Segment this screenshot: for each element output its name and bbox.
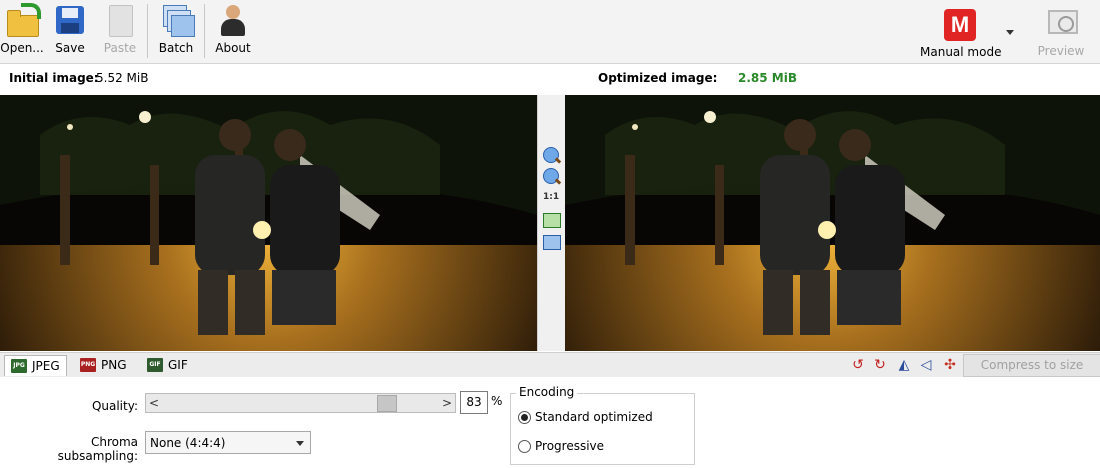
night-photo-initial: [0, 95, 537, 351]
batch-images-icon: [159, 3, 195, 37]
quality-percent-label: %: [491, 394, 503, 408]
radio-selected-icon: [518, 410, 531, 424]
open-folder-icon: [5, 3, 41, 37]
preview-magnifier-icon: [1044, 6, 1078, 40]
slider-right-arrow-icon[interactable]: >: [439, 394, 455, 412]
batch-button[interactable]: Batch: [156, 3, 196, 55]
tab-png-label: PNG: [101, 358, 127, 372]
jpeg-settings-panel: Quality: < > 83 % Chroma subsampling: No…: [0, 377, 1100, 468]
save-disk-icon: [53, 3, 87, 37]
crop-icon[interactable]: ✣: [942, 357, 958, 373]
rotate-left-icon[interactable]: ↺: [850, 357, 866, 373]
encoding-group: Encoding Standard optimized Progressive: [510, 385, 695, 465]
quality-slider[interactable]: < >: [145, 393, 456, 413]
encoding-title: Encoding: [516, 385, 578, 399]
radio-unselected-icon: [518, 439, 531, 453]
rotate-right-icon[interactable]: ↻: [872, 357, 888, 373]
manual-mode-label: Manual mode: [920, 45, 1002, 59]
tab-png[interactable]: PNG PNG: [74, 355, 133, 375]
batch-label: Batch: [158, 41, 194, 55]
flip-horizontal-icon[interactable]: ◭: [896, 357, 912, 373]
png-file-icon: PNG: [80, 358, 96, 372]
initial-image-view[interactable]: [0, 95, 537, 351]
fit-to-window-icon[interactable]: [543, 213, 561, 228]
chroma-subsampling-select[interactable]: None (4:4:4): [145, 431, 311, 454]
chevron-down-icon: [296, 441, 304, 446]
mode-dropdown-arrow-icon[interactable]: [1006, 30, 1014, 35]
tab-gif-label: GIF: [168, 358, 188, 372]
chroma-subsampling-label: Chroma subsampling:: [57, 435, 138, 463]
open-label: Open...: [0, 41, 44, 55]
zoom-in-icon[interactable]: [543, 147, 559, 163]
user-icon: [216, 3, 250, 37]
actual-size-button[interactable]: 1:1: [543, 192, 559, 202]
preview-label: Preview: [1037, 44, 1085, 58]
gif-file-icon: GIF: [147, 358, 163, 372]
about-button[interactable]: About: [213, 3, 253, 55]
progressive-radio[interactable]: Progressive: [518, 439, 604, 453]
quality-value-input[interactable]: 83: [460, 391, 488, 414]
save-button[interactable]: Save: [52, 3, 88, 55]
save-label: Save: [55, 41, 85, 55]
preview-button[interactable]: Preview: [1036, 6, 1086, 58]
manual-mode-button[interactable]: M Manual mode: [920, 9, 1002, 59]
manual-mode-icon: M: [944, 9, 976, 41]
toolbar: Open... Save Paste Batch About M Manual …: [0, 0, 1100, 64]
toolbar-separator: [204, 4, 205, 58]
night-photo-optimized: [565, 95, 1100, 351]
compress-to-size-button[interactable]: Compress to size: [963, 354, 1100, 377]
tab-jpeg[interactable]: JPG JPEG: [4, 355, 67, 376]
quality-slider-thumb[interactable]: [376, 395, 397, 412]
flip-vertical-icon[interactable]: ◁: [918, 357, 934, 373]
about-label: About: [215, 41, 251, 55]
progressive-label: Progressive: [535, 439, 605, 453]
format-tabs-bar: JPG JPEG PNG PNG GIF GIF ↺ ↻ ◭ ◁ ✣ Compr…: [0, 352, 1100, 378]
tab-gif[interactable]: GIF GIF: [141, 355, 194, 375]
slider-left-arrow-icon[interactable]: <: [146, 394, 162, 412]
jpeg-file-icon: JPG: [11, 359, 27, 373]
initial-image-size: 5.52 MiB: [96, 71, 149, 85]
fit-width-icon[interactable]: [543, 235, 561, 250]
optimized-image-size: 2.85 MiB: [738, 71, 797, 85]
paste-label: Paste: [103, 41, 137, 55]
info-bar: Initial image: 5.52 MiB Optimized image:…: [0, 64, 1100, 94]
optimized-image-title: Optimized image:: [598, 71, 718, 85]
toolbar-separator: [147, 4, 148, 58]
standard-optimized-label: Standard optimized: [535, 410, 653, 424]
open-button[interactable]: Open...: [0, 3, 44, 55]
standard-optimized-radio[interactable]: Standard optimized: [518, 410, 653, 424]
zoom-toolbar: 1:1: [537, 95, 566, 351]
paste-clipboard-icon: [103, 3, 137, 37]
paste-button[interactable]: Paste: [101, 3, 139, 55]
zoom-out-icon[interactable]: [543, 168, 559, 184]
chroma-subsampling-value: None (4:4:4): [150, 436, 226, 450]
initial-image-title: Initial image:: [9, 71, 99, 85]
quality-label: Quality:: [91, 399, 138, 413]
optimized-image-view[interactable]: [565, 95, 1100, 351]
tab-jpeg-label: JPEG: [32, 359, 60, 373]
